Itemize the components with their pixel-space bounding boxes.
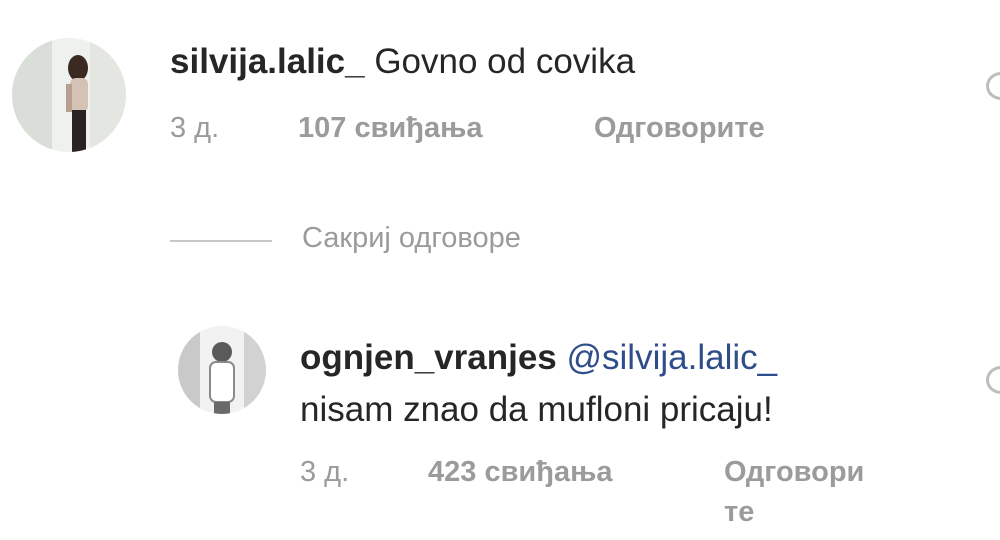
avatar-photo-woman: [12, 38, 126, 152]
avatar-photo-man: [178, 326, 266, 414]
reply-text: nisam znao da mufloni pricaju!: [300, 390, 773, 429]
heart-icon[interactable]: [986, 366, 1000, 394]
comment-text: Govno od covika: [374, 42, 636, 81]
reply-mention[interactable]: @silvija.lalic_: [567, 338, 778, 377]
heart-icon[interactable]: [986, 72, 1000, 100]
avatar-silvija[interactable]: [12, 38, 126, 152]
comment-line: silvija.lalic_ Govno od covika: [170, 42, 635, 82]
comment-meta: 3 д.: [170, 112, 219, 145]
reply-reply-button-line2[interactable]: те: [724, 496, 754, 529]
reply-line-1: ognjen_vranjes @silvija.lalic_: [300, 338, 777, 378]
reply-time: 3 д.: [300, 456, 350, 488]
reply-meta: 3 д.: [300, 456, 349, 489]
hide-replies-label[interactable]: Сакриј одговоре: [302, 222, 521, 255]
avatar-ognjen[interactable]: [178, 326, 266, 414]
divider-dash: [170, 240, 272, 242]
comment-likes[interactable]: 107 свиђања: [298, 112, 482, 145]
reply-username[interactable]: ognjen_vranjes: [300, 338, 557, 377]
reply-reply-button-line1[interactable]: Одговори: [724, 456, 864, 489]
reply-likes[interactable]: 423 свиђања: [428, 456, 612, 489]
comment-username[interactable]: silvija.lalic_: [170, 42, 365, 81]
comment-reply-button[interactable]: Одговорите: [594, 112, 765, 145]
comment-time: 3 д.: [170, 112, 220, 144]
